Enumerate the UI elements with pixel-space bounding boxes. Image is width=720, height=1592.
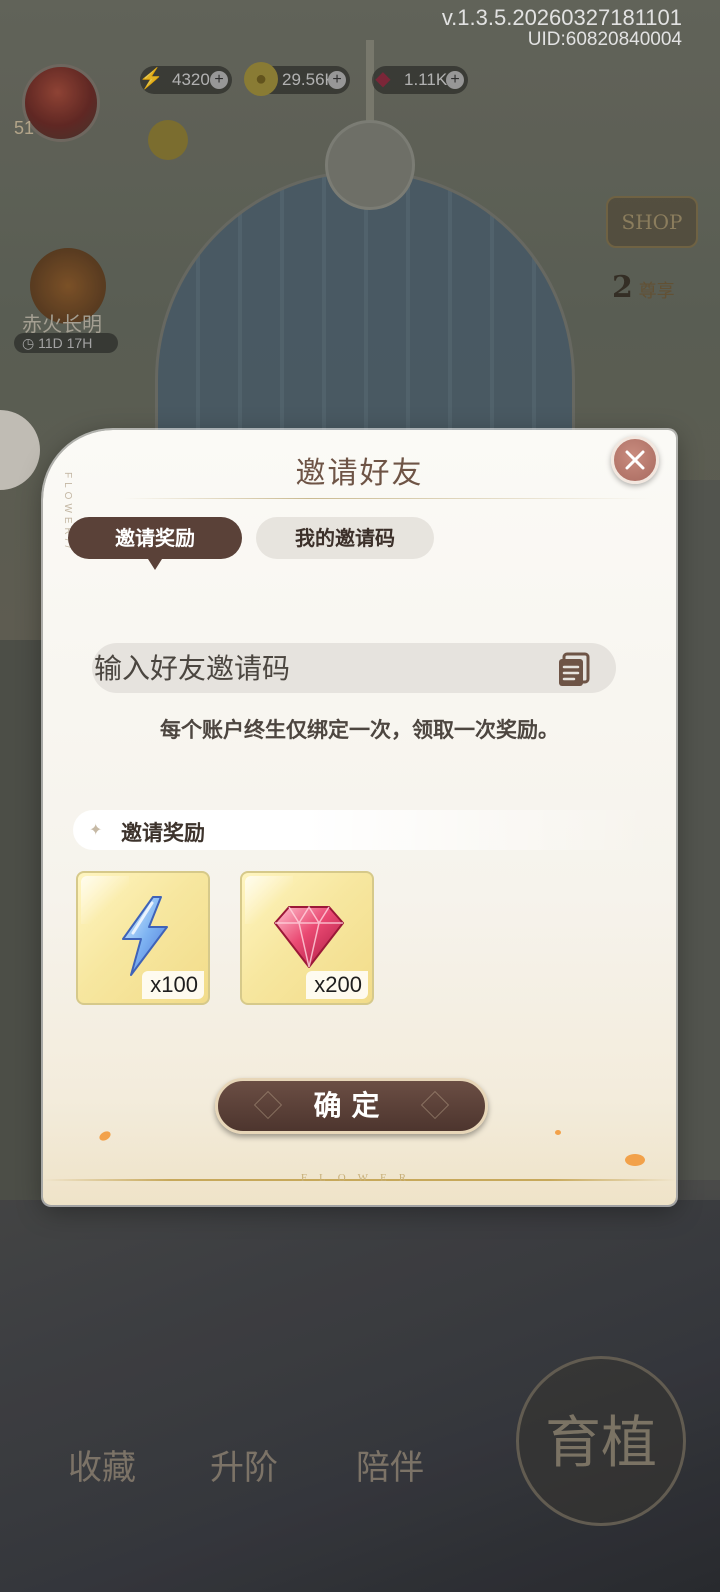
paste-icon[interactable]	[556, 650, 594, 688]
binding-hint: 每个账户终生仅绑定一次，领取一次奖励。	[160, 718, 559, 742]
close-icon	[625, 450, 645, 470]
lightning-icon	[122, 896, 168, 976]
reward-quantity: x200	[306, 971, 368, 999]
close-button[interactable]	[611, 436, 659, 484]
invite-friends-dialog: FLOWER// 邀请好友 邀请奖励 我的邀请码 每个账户终生仅绑定一次，领取一…	[43, 430, 676, 1205]
rewards-section-header: ✦ 邀请奖励	[73, 810, 653, 850]
gem-icon	[274, 905, 344, 968]
reward-item-gem[interactable]: x200	[240, 871, 374, 1005]
sparkle-icon: ✦	[89, 820, 103, 839]
petal-decoration	[97, 1129, 113, 1143]
tab-my-invite-code[interactable]: 我的邀请码	[256, 517, 434, 559]
button-decoration	[253, 1090, 283, 1120]
reward-quantity: x100	[142, 971, 204, 999]
dialog-title: 邀请好友	[295, 456, 424, 491]
petal-decoration	[625, 1154, 645, 1166]
confirm-button[interactable]: 确定	[215, 1078, 488, 1134]
footer-text: FLOWER	[300, 1172, 419, 1184]
confirm-label: 确定	[313, 1089, 390, 1122]
petal-decoration	[555, 1130, 561, 1135]
reward-item-energy[interactable]: x100	[76, 871, 210, 1005]
title-divider	[123, 498, 653, 499]
rewards-section-title: 邀请奖励	[121, 821, 205, 845]
tab-invite-rewards[interactable]: 邀请奖励	[68, 517, 242, 570]
button-decoration	[420, 1090, 450, 1120]
side-decoration-text: FLOWER//	[62, 472, 73, 553]
invite-code-input[interactable]	[92, 643, 616, 693]
